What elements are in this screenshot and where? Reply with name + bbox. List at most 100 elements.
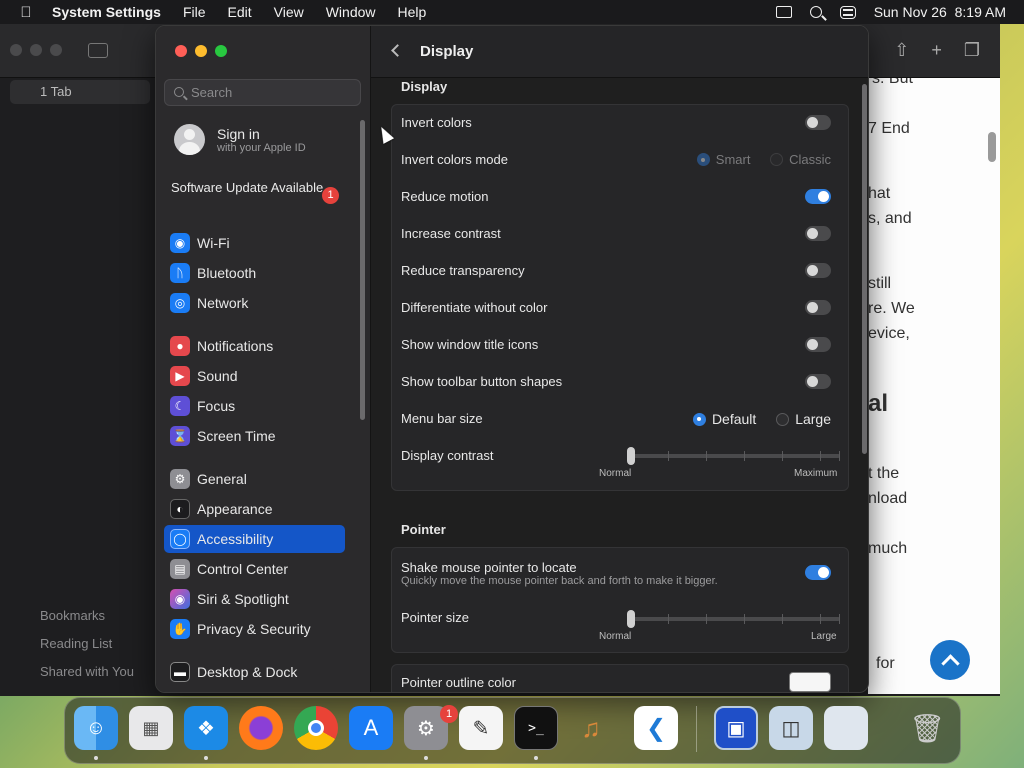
radio-default-label: Default	[711, 410, 757, 427]
sidebar-item-bluetooth[interactable]: ᚢ Bluetooth	[164, 259, 345, 287]
sidebar-item-label: Bluetooth	[197, 265, 257, 281]
search-icon	[174, 87, 184, 97]
sidebar-item-focus[interactable]: ☾ Focus	[164, 392, 345, 420]
window-icon[interactable]	[824, 706, 868, 750]
sidebar-item-desktop-dock[interactable]: ▬ Desktop & Dock	[164, 658, 345, 686]
sidebar-item-notifications[interactable]: ● Notifications	[164, 332, 345, 360]
row-reduce-motion: Reduce motion	[401, 178, 841, 215]
minimize-icon[interactable]	[30, 44, 42, 56]
display-contrast-slider[interactable]	[627, 447, 840, 465]
trash-icon[interactable]: 🗑	[905, 706, 949, 750]
zoom-icon[interactable]	[50, 44, 62, 56]
webpage-scrollbar[interactable]	[988, 132, 996, 162]
back-chevron-icon[interactable]	[391, 44, 404, 57]
row-reduce-transparency: Reduce transparency	[401, 252, 841, 289]
pointer-outline-color-well[interactable]	[789, 672, 831, 692]
radio-default[interactable]: Default	[692, 410, 757, 427]
menu-edit[interactable]: Edit	[228, 4, 252, 20]
terminal-icon[interactable]: >_	[514, 706, 558, 750]
sidebar-item-accessibility[interactable]: ◯ Accessibility	[164, 525, 345, 553]
textedit-icon[interactable]: ✎	[459, 706, 503, 750]
apple-menu-icon[interactable]: 	[0, 4, 52, 21]
sidebar-item-screen-time[interactable]: ⌛ Screen Time	[164, 422, 345, 450]
toggle-reduce-transparency[interactable]	[805, 263, 831, 278]
menu-help[interactable]: Help	[398, 4, 427, 20]
chrome-icon[interactable]	[294, 706, 338, 750]
app-store-icon[interactable]: A	[349, 706, 393, 750]
search-field[interactable]: Search	[164, 79, 361, 106]
screen-sharing-icon[interactable]: ▣	[714, 706, 758, 750]
vscode-icon[interactable]: ❮	[634, 706, 678, 750]
firefox-icon[interactable]	[239, 706, 283, 750]
share-icon[interactable]: ⇧	[894, 40, 909, 61]
sidebar-item-label: Wi-Fi	[197, 235, 230, 251]
web-text-line: for	[876, 655, 895, 672]
running-indicator	[424, 756, 428, 760]
radio-large[interactable]: Large	[776, 411, 831, 427]
sidebar-item-network[interactable]: ◎ Network	[164, 289, 345, 317]
toggle-invert-colors[interactable]	[805, 115, 831, 130]
menu-app-name[interactable]: System Settings	[52, 4, 161, 20]
screen-mirroring-icon[interactable]	[775, 6, 792, 18]
software-update-item[interactable]: Software Update Available	[171, 180, 341, 196]
browser-tab[interactable]: 1 Tab	[10, 80, 150, 104]
menu-file[interactable]: File	[183, 4, 206, 20]
radio-smart[interactable]: Smart	[696, 152, 750, 167]
sidebar-item-label: Control Center	[197, 561, 289, 577]
preview-icon[interactable]: ◫	[769, 706, 813, 750]
toggle-differentiate-without-color[interactable]	[805, 300, 831, 315]
close-icon[interactable]	[10, 44, 22, 56]
menu-clock[interactable]: Sun Nov 26 8:19 AM	[874, 4, 1006, 20]
sidebar-item-siri[interactable]: ◉ Siri & Spotlight	[164, 585, 345, 613]
radio-classic[interactable]: Classic	[770, 152, 831, 167]
sidebar-item-wifi[interactable]: ◉ Wi-Fi	[164, 229, 345, 257]
running-indicator	[94, 756, 98, 760]
radio-large-label: Large	[795, 410, 831, 427]
new-tab-icon[interactable]: +	[931, 40, 942, 61]
sidebar-item-control-center[interactable]: ▤ Control Center	[164, 555, 345, 583]
sidebar-scrollbar[interactable]	[360, 120, 365, 420]
sidebar-link-reading-list[interactable]: Reading List	[40, 636, 134, 664]
control-center-icon[interactable]	[839, 5, 856, 19]
web-text-line: evice,	[868, 325, 910, 342]
close-window-icon[interactable]	[175, 45, 187, 57]
toggle-increase-contrast[interactable]	[805, 226, 831, 241]
bell-icon: ●	[170, 336, 190, 356]
sidebar-toggle-icon[interactable]	[88, 43, 108, 58]
row-display-contrast: Display contrast	[401, 437, 841, 491]
spotlight-search-icon[interactable]	[809, 6, 822, 18]
slider-tick	[744, 451, 745, 461]
menu-window[interactable]: Window	[326, 4, 376, 20]
radio-classic-label: Classic	[789, 152, 831, 167]
sidebar-link-shared[interactable]: Shared with You	[40, 664, 134, 692]
sidebar-item-sound[interactable]: ▶ Sound	[164, 362, 345, 390]
sidebar-item-general[interactable]: ⚙ General	[164, 465, 345, 493]
pointer-size-knob[interactable]	[627, 610, 635, 628]
web-text-line: 7 End	[868, 120, 910, 137]
minimize-window-icon[interactable]	[195, 45, 207, 57]
menu-view[interactable]: View	[274, 4, 304, 20]
appearance-icon: ◐	[170, 499, 190, 519]
toggle-shake-pointer[interactable]	[805, 565, 831, 580]
toggle-window-title-icons[interactable]	[805, 337, 831, 352]
display-contrast-knob[interactable]	[627, 447, 635, 465]
garageband-icon[interactable]: ♫	[569, 706, 613, 750]
label-display-contrast: Display contrast	[401, 448, 494, 463]
sidebar-item-appearance[interactable]: ◐ Appearance	[164, 495, 345, 523]
scroll-to-top-button[interactable]	[930, 640, 970, 680]
apple-id-sign-in[interactable]: Sign in with your Apple ID	[174, 124, 306, 155]
sidebar-link-bookmarks[interactable]: Bookmarks	[40, 608, 134, 636]
sidebar-item-privacy[interactable]: ✋ Privacy & Security	[164, 615, 345, 643]
safari-icon[interactable]: ❖	[184, 706, 228, 750]
pointer-size-slider[interactable]	[627, 610, 840, 628]
zoom-window-icon[interactable]	[215, 45, 227, 57]
launchpad-icon[interactable]: ▦	[129, 706, 173, 750]
tab-overview-icon[interactable]: ❐	[964, 40, 980, 61]
dock: ☺ ▦ ❖ A ⚙ ✎ >_ ♫ ❮ ▣ ◫ 🗑	[64, 697, 961, 764]
content-scrollbar[interactable]	[862, 84, 867, 454]
sublabel-shake-pointer: Quickly move the mouse pointer back and …	[401, 574, 718, 587]
toggle-toolbar-button-shapes[interactable]	[805, 374, 831, 389]
slider-tick	[782, 614, 783, 624]
finder-icon[interactable]: ☺	[74, 706, 118, 750]
toggle-reduce-motion[interactable]	[805, 189, 831, 204]
